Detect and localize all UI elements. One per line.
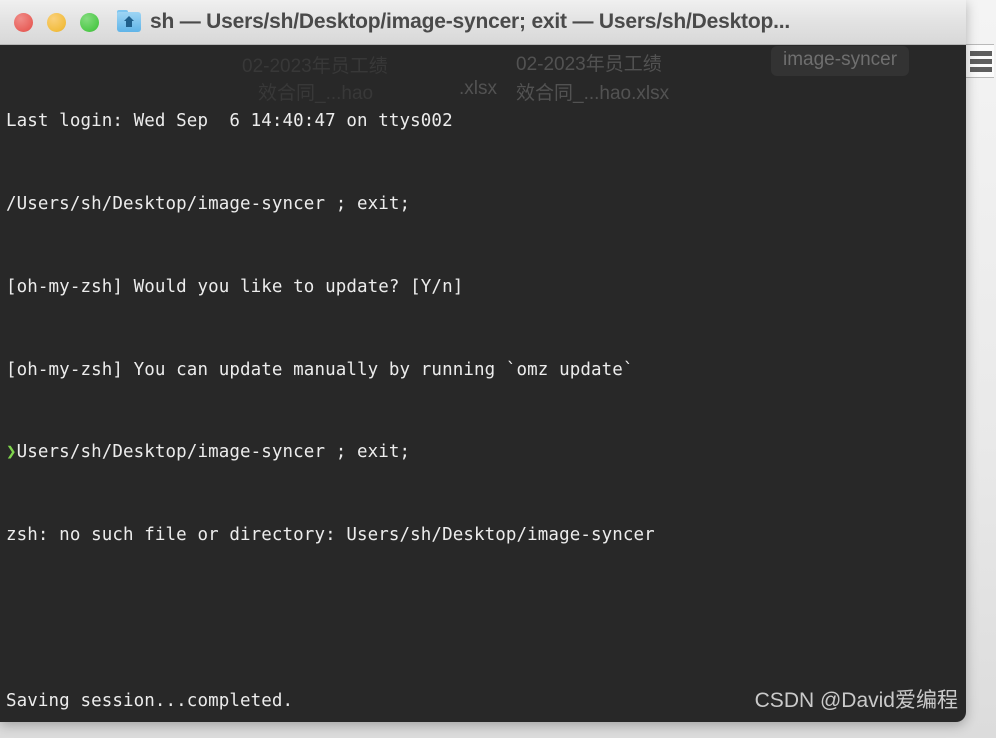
terminal-line: zsh: no such file or directory: Users/sh… [6, 525, 655, 546]
prompt-arrow-icon: ❯ [6, 442, 17, 463]
watermark: CSDN @David爱编程 [754, 689, 958, 712]
terminal-line: [oh-my-zsh] Would you like to update? [Y… [6, 276, 464, 297]
list-view-icon[interactable] [964, 44, 994, 78]
screen-root: sh — Users/sh/Desktop/image-syncer; exit… [0, 0, 996, 738]
prompt-command: Users/sh/Desktop/image-syncer ; exit; [16, 442, 411, 463]
terminal-output: Last login: Wed Sep 6 14:40:47 on ttys00… [0, 45, 966, 722]
terminal-prompt-line: ❯Users/sh/Desktop/image-syncer ; exit; [6, 439, 966, 467]
terminal-line: [oh-my-zsh] You can update manually by r… [6, 359, 634, 380]
list-view-icon-bar [970, 58, 992, 64]
terminal-body[interactable]: 02-2023年员工绩 效合同_...hao 02-2023年员工绩 效合同_.… [0, 45, 966, 722]
minimize-button[interactable] [47, 12, 66, 32]
window-titlebar[interactable]: sh — Users/sh/Desktop/image-syncer; exit… [0, 0, 966, 45]
terminal-window: sh — Users/sh/Desktop/image-syncer; exit… [0, 0, 966, 722]
list-view-icon-bar [970, 66, 992, 72]
window-title: sh — Users/sh/Desktop/image-syncer; exit… [150, 10, 791, 33]
window-controls [14, 12, 99, 32]
home-folder-icon [117, 10, 141, 32]
zoom-button[interactable] [80, 12, 99, 32]
list-view-icon-bar [970, 50, 992, 56]
window-title-group: sh — Users/sh/Desktop/image-syncer; exit… [117, 10, 966, 34]
close-button[interactable] [14, 12, 33, 32]
terminal-line: Last login: Wed Sep 6 14:40:47 on ttys00… [6, 111, 453, 132]
terminal-line: /Users/sh/Desktop/image-syncer ; exit; [6, 193, 411, 214]
